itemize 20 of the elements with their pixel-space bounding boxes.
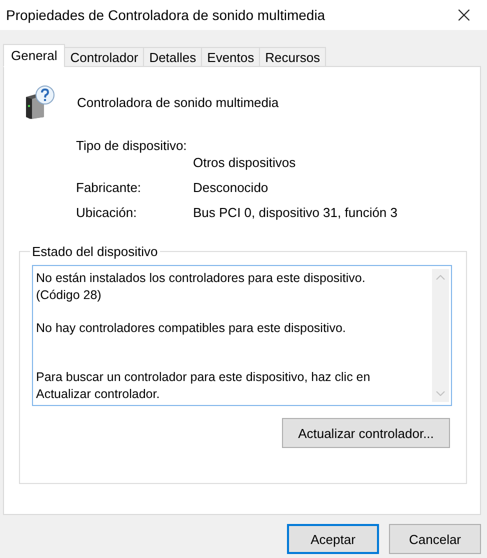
property-value: Otros dispositivos	[193, 155, 297, 170]
scroll-down-icon[interactable]	[436, 391, 445, 396]
device-name: Controladora de sonido multimedia	[77, 94, 279, 110]
tab[interactable]: General	[3, 44, 66, 67]
tab[interactable]: Recursos	[259, 47, 326, 67]
scrollbar[interactable]	[432, 269, 449, 402]
property-value: Bus PCI 0, dispositivo 31, función 3	[193, 205, 399, 220]
property-label: Tipo de dispositivo:	[76, 138, 188, 153]
update-driver-button[interactable]: Actualizar controlador...	[282, 418, 450, 448]
status-text-box[interactable]: No están instalados los controladores para este dispositivo. (Código 28) No hay controladores compatibles para este dispositivo. Para buscar un controlador para este dispositivo, haz clic en Actualizar controlador.	[32, 265, 452, 406]
dialog-button[interactable]: Aceptar	[287, 524, 379, 554]
tab[interactable]: Controlador	[64, 47, 144, 67]
group-label: Estado del dispositivo	[31, 244, 159, 259]
dialog-button[interactable]: Cancelar	[389, 524, 481, 554]
scroll-up-icon[interactable]	[436, 275, 445, 280]
window-title: Propiedades de Controladora de sonido multimedia	[6, 7, 326, 23]
property-value: Desconocido	[193, 180, 270, 195]
property-label: Ubicación:	[76, 205, 138, 220]
close-button[interactable]: ×	[441, 0, 487, 30]
property-label: Fabricante:	[76, 180, 142, 195]
